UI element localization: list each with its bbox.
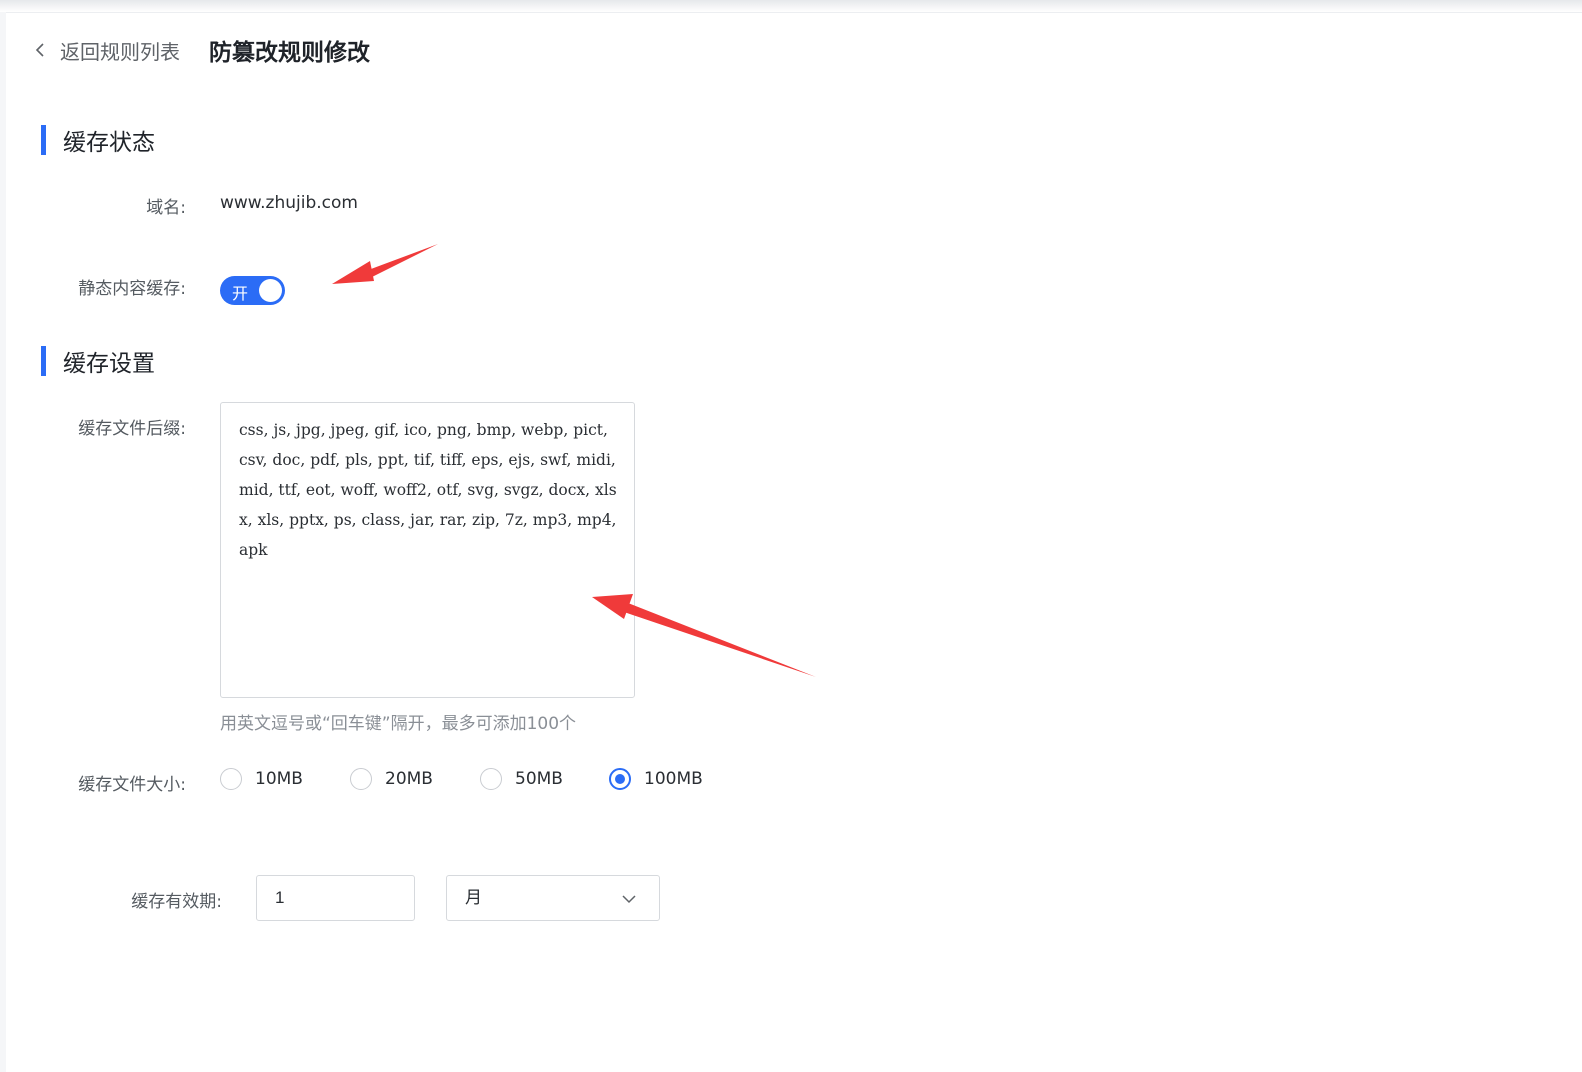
- annotation-arrow-toggle: [332, 244, 438, 284]
- toggle-knob: [259, 279, 282, 302]
- static-cache-toggle[interactable]: 开: [220, 276, 285, 305]
- validity-number-input[interactable]: 1: [256, 875, 415, 921]
- suffix-label: 缓存文件后缀:: [78, 419, 186, 439]
- radio-label: 10MB: [255, 769, 303, 789]
- radio-circle: [480, 768, 502, 790]
- size-label: 缓存文件大小:: [78, 775, 186, 795]
- back-to-rule-list-link[interactable]: 返回规则列表: [34, 36, 180, 64]
- validity-unit-value: 月: [465, 888, 482, 908]
- radio-circle-selected: [609, 768, 631, 790]
- section-accent-bar: [41, 125, 46, 155]
- radio-label: 100MB: [644, 769, 703, 789]
- section-cache-settings: 缓存设置: [41, 346, 155, 377]
- chevron-left-icon: [35, 43, 44, 57]
- radio-label: 20MB: [385, 769, 433, 789]
- validity-label: 缓存有效期:: [131, 892, 222, 912]
- radio-label: 50MB: [515, 769, 563, 789]
- back-link-label: 返回规则列表: [60, 39, 180, 64]
- left-edge: [0, 12, 6, 1072]
- section-accent-bar: [41, 346, 46, 376]
- size-radio-20mb[interactable]: 20MB: [350, 766, 433, 792]
- size-radio-100mb[interactable]: 100MB: [609, 766, 703, 792]
- chevron-down-icon: [622, 895, 636, 904]
- size-radio-10mb[interactable]: 10MB: [220, 766, 303, 792]
- domain-label: 域名:: [146, 198, 186, 218]
- suffix-hint: 用英文逗号或“回车键”隔开，最多可添加100个: [220, 714, 577, 734]
- top-shadow-bar: [0, 0, 1582, 13]
- section-title: 缓存设置: [63, 351, 155, 377]
- size-radio-50mb[interactable]: 50MB: [480, 766, 563, 792]
- radio-circle: [220, 768, 242, 790]
- static-cache-label: 静态内容缓存:: [78, 279, 186, 299]
- section-title: 缓存状态: [63, 130, 155, 156]
- section-cache-status: 缓存状态: [41, 125, 155, 156]
- suffix-textarea[interactable]: css, js, jpg, jpeg, gif, ico, png, bmp, …: [220, 402, 635, 698]
- radio-circle: [350, 768, 372, 790]
- page-title: 防篡改规则修改: [209, 40, 370, 66]
- toggle-on-text: 开: [232, 284, 249, 303]
- validity-unit-select[interactable]: 月: [446, 875, 660, 921]
- domain-value: www.zhujib.com: [220, 193, 358, 213]
